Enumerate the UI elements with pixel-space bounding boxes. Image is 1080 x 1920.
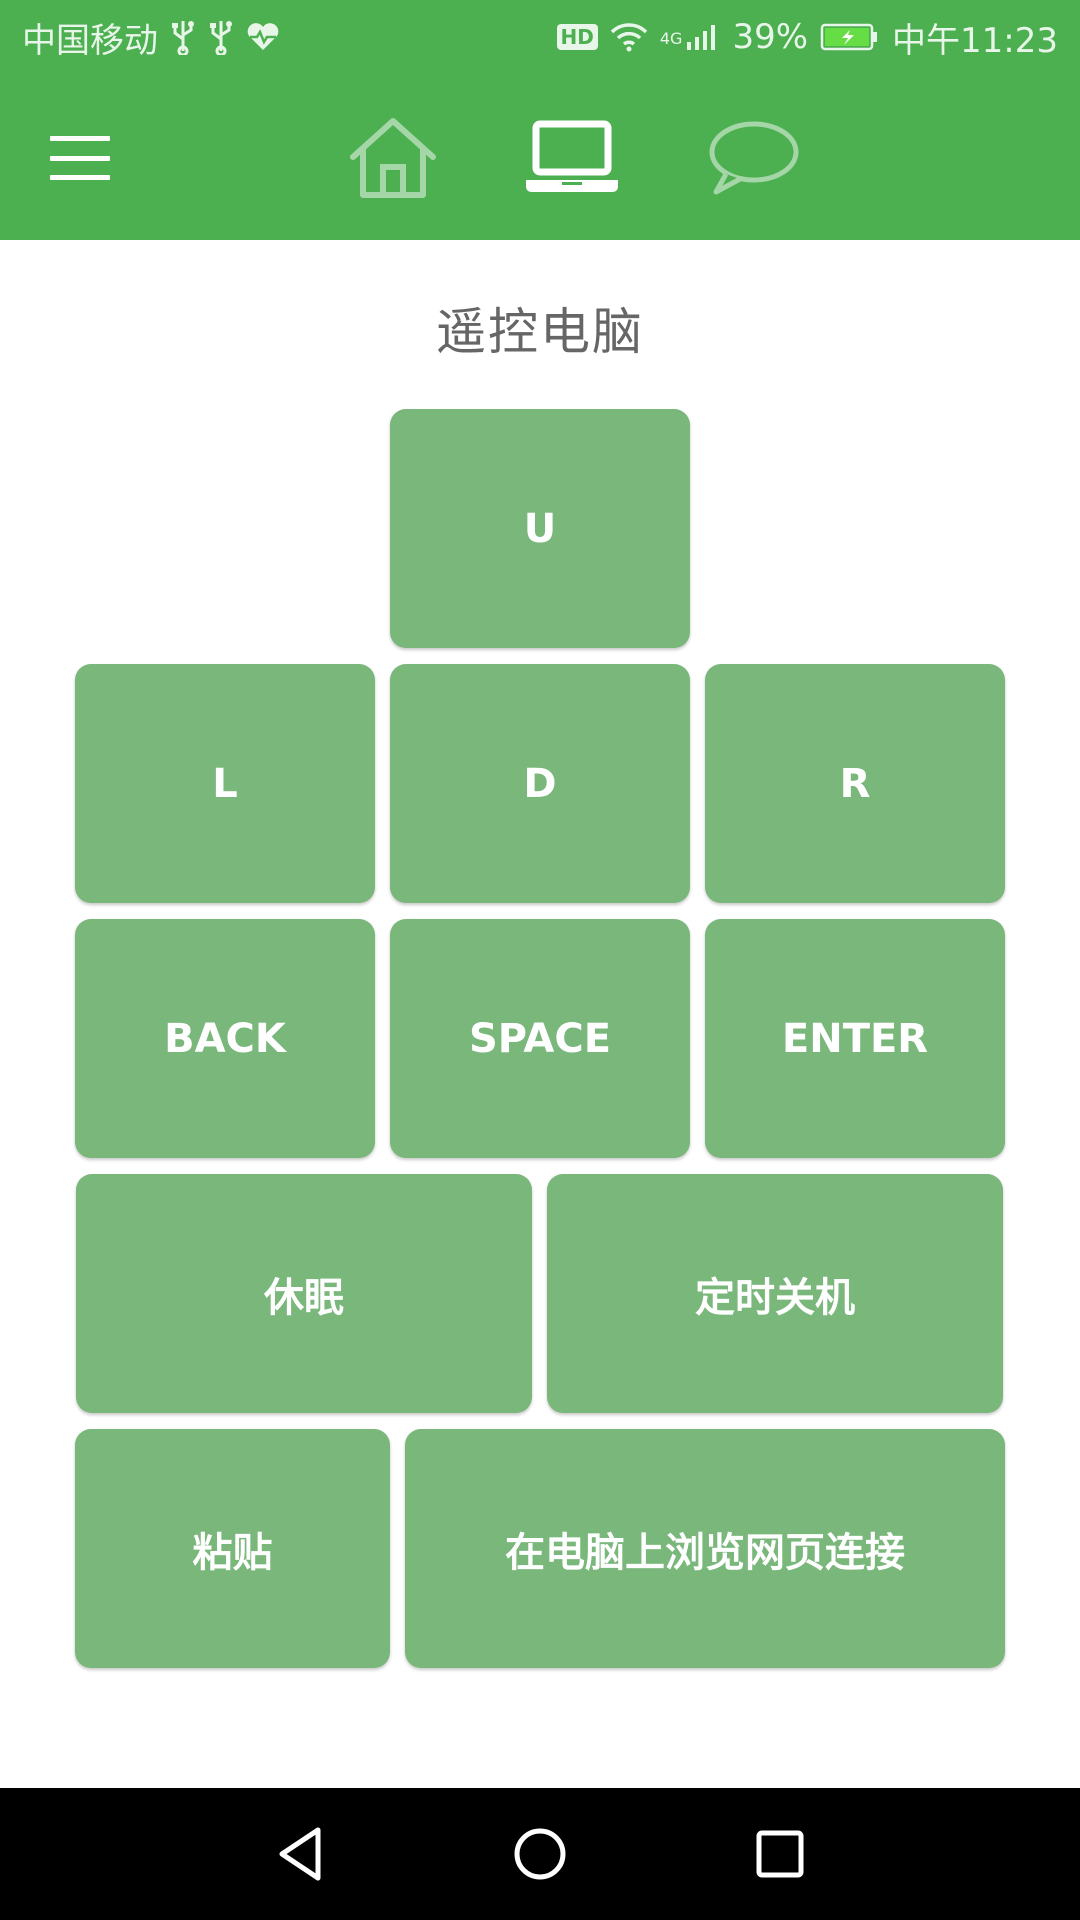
sleep-button[interactable]: 休眠 bbox=[76, 1174, 532, 1413]
status-bar: 中国移动 HD 4G 39% 中午11:23 bbox=[0, 0, 1080, 74]
battery-percent: 39% bbox=[732, 17, 809, 57]
home-icon[interactable] bbox=[343, 110, 443, 206]
browse-on-pc-button[interactable]: 在电脑上浏览网页连接 bbox=[405, 1429, 1005, 1668]
heart-health-icon bbox=[246, 22, 280, 52]
usb-icon bbox=[208, 19, 234, 55]
page-title: 遥控电脑 bbox=[436, 303, 644, 361]
up-key-button[interactable]: U bbox=[390, 409, 690, 648]
app-bar bbox=[0, 74, 1080, 240]
recents-square-icon[interactable] bbox=[744, 1818, 816, 1890]
left-key-button[interactable]: L bbox=[75, 664, 375, 903]
carrier-label: 中国移动 bbox=[22, 20, 158, 61]
timed-shutdown-button[interactable]: 定时关机 bbox=[547, 1174, 1003, 1413]
home-circle-icon[interactable] bbox=[504, 1818, 576, 1890]
down-key-button[interactable]: D bbox=[390, 664, 690, 903]
laptop-icon[interactable] bbox=[522, 110, 622, 206]
space-key-button[interactable]: SPACE bbox=[390, 919, 690, 1158]
enter-key-button[interactable]: ENTER bbox=[705, 919, 1005, 1158]
chat-bubble-icon[interactable] bbox=[702, 110, 802, 206]
signal-icon bbox=[686, 22, 720, 52]
battery-charging-icon bbox=[820, 22, 880, 52]
usb-icon bbox=[170, 19, 196, 55]
network-type-label: 4G bbox=[659, 28, 683, 48]
back-key-button[interactable]: BACK bbox=[75, 919, 375, 1158]
clock: 中午11:23 bbox=[892, 20, 1058, 61]
back-triangle-icon[interactable] bbox=[264, 1818, 336, 1890]
hd-badge: HD bbox=[556, 24, 598, 50]
paste-button[interactable]: 粘贴 bbox=[75, 1429, 390, 1668]
wifi-icon bbox=[610, 22, 648, 52]
hamburger-menu-icon[interactable] bbox=[50, 128, 110, 188]
system-navigation-bar bbox=[0, 1788, 1080, 1920]
right-key-button[interactable]: R bbox=[705, 664, 1005, 903]
